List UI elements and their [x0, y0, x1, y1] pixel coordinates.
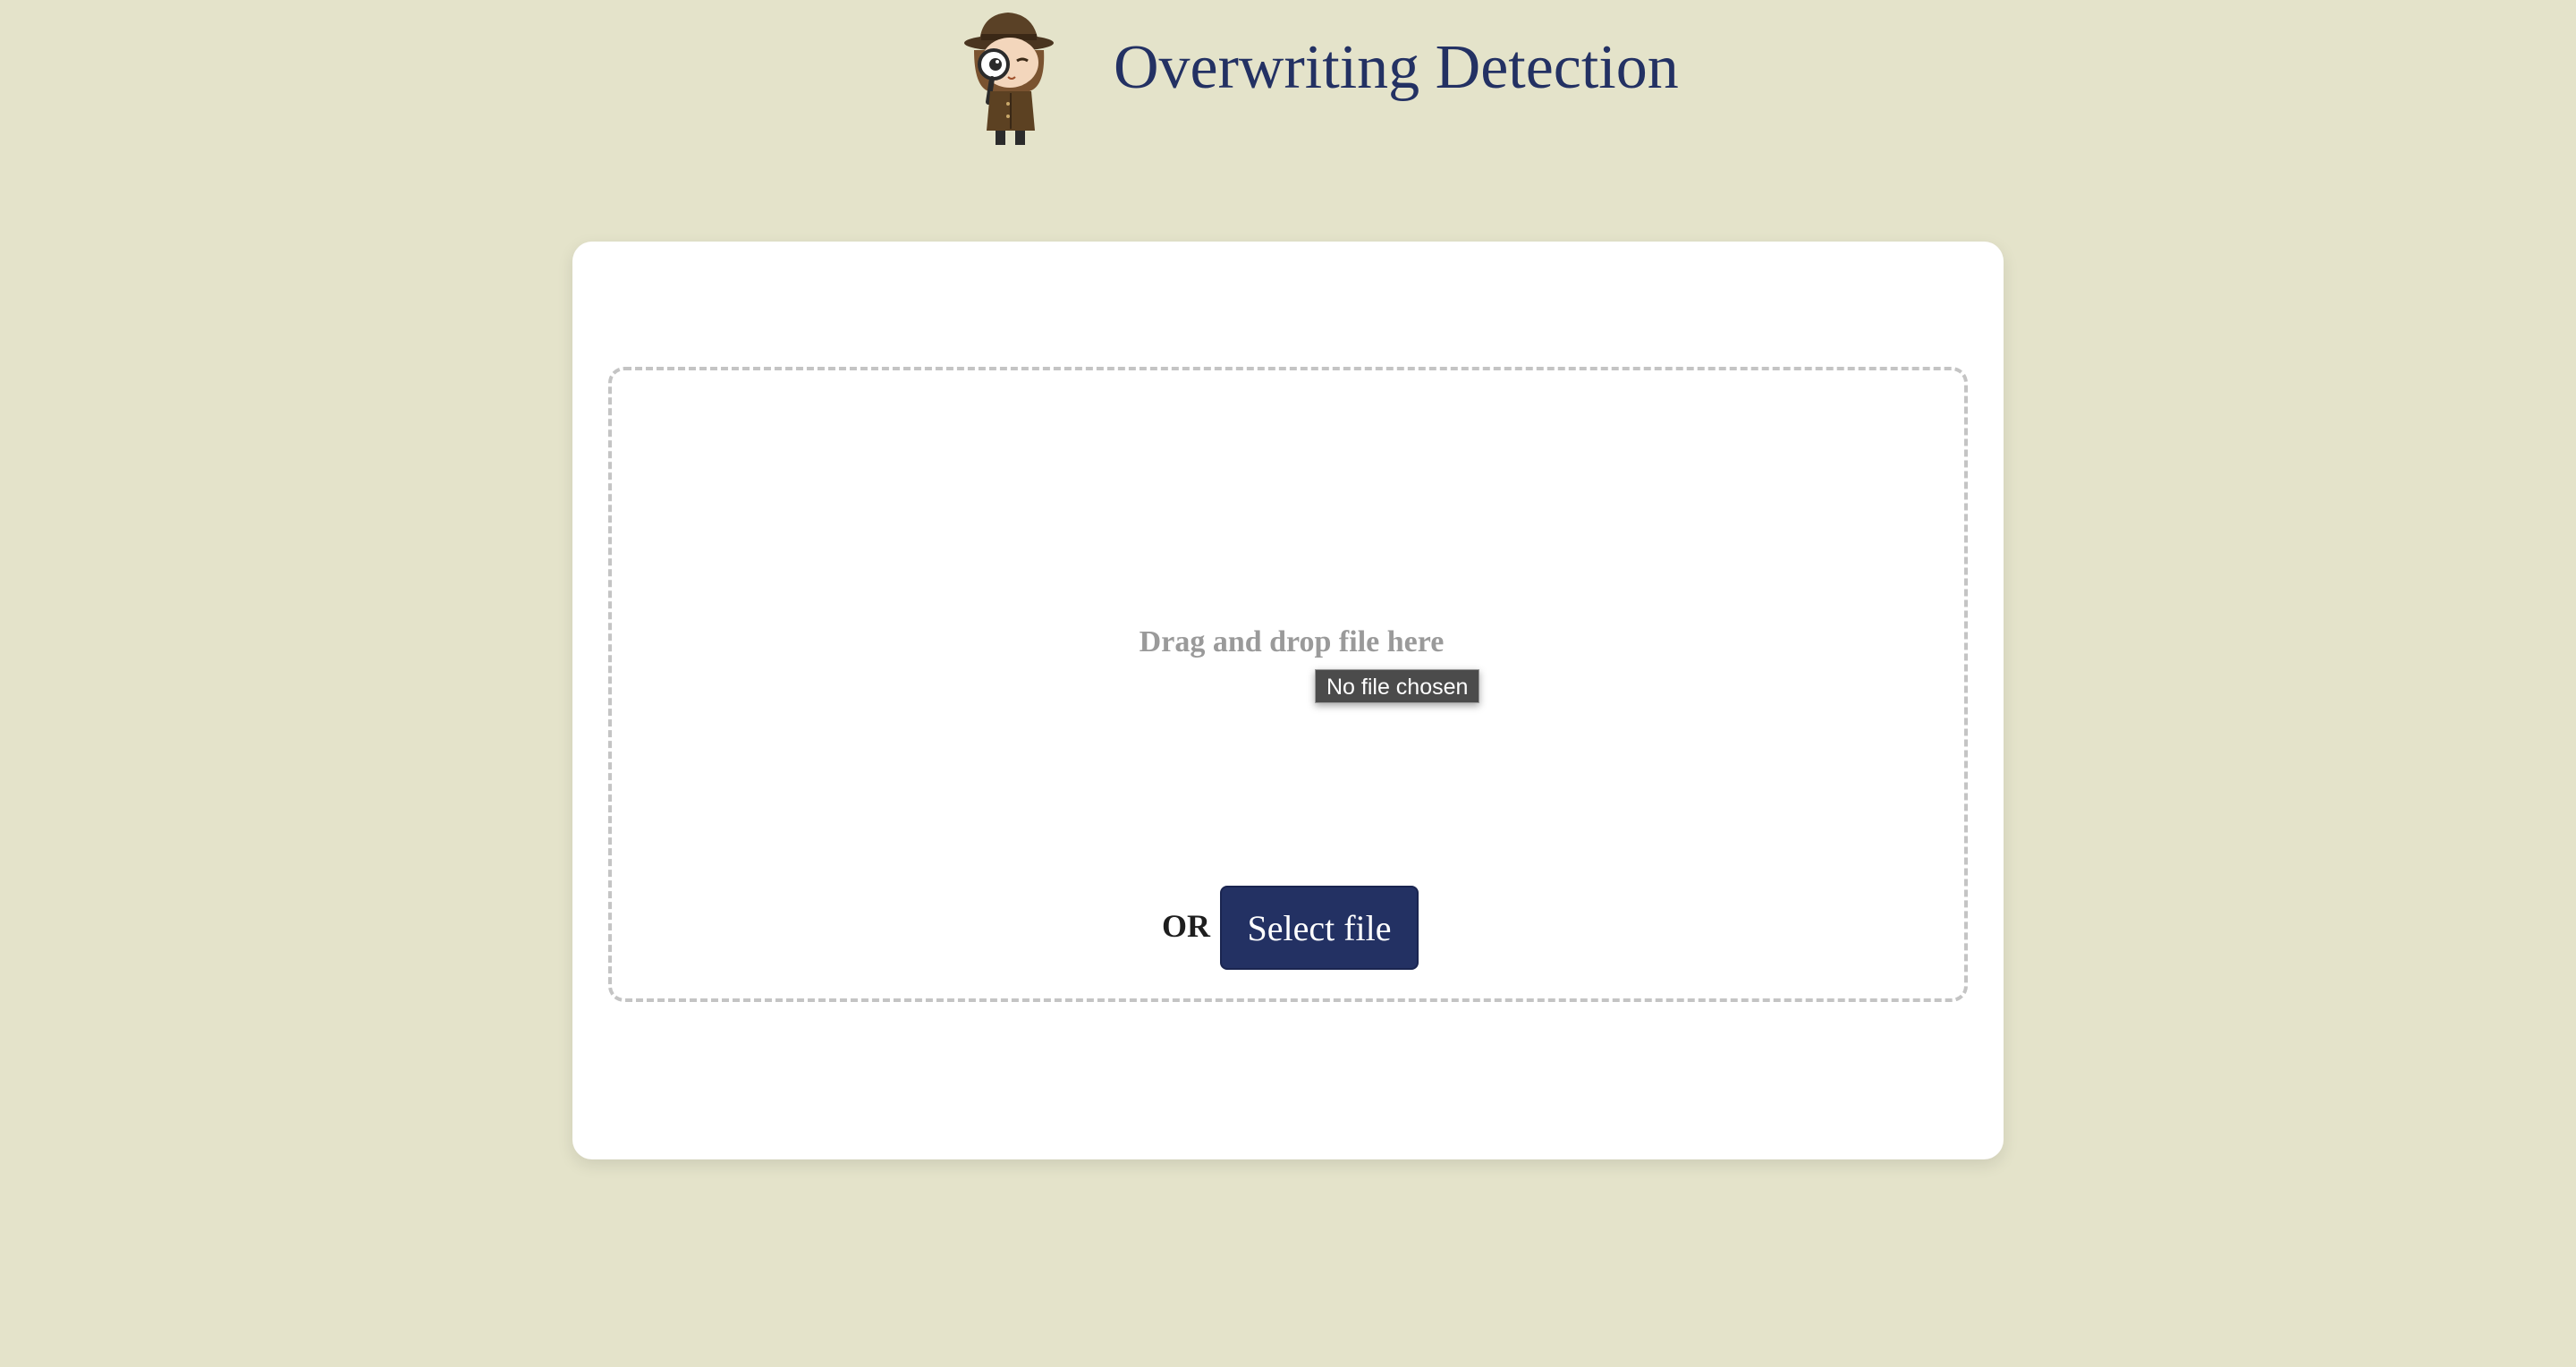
select-file-button[interactable]: Select file — [1220, 886, 1419, 970]
detective-mascot-icon — [962, 5, 1060, 149]
file-input-tooltip: No file chosen — [1315, 669, 1480, 703]
page-title: Overwriting Detection — [1114, 33, 1679, 102]
upload-card: Drag and drop file here No file chosen O… — [572, 242, 2004, 1159]
dropzone-instruction: Drag and drop file here — [1139, 625, 1445, 658]
file-dropzone[interactable]: Drag and drop file here No file chosen O… — [608, 367, 1968, 1002]
select-file-row: OR Select file — [612, 886, 1971, 972]
or-label: OR — [1162, 908, 1210, 944]
page-header: Overwriting Detection — [0, 0, 2576, 152]
